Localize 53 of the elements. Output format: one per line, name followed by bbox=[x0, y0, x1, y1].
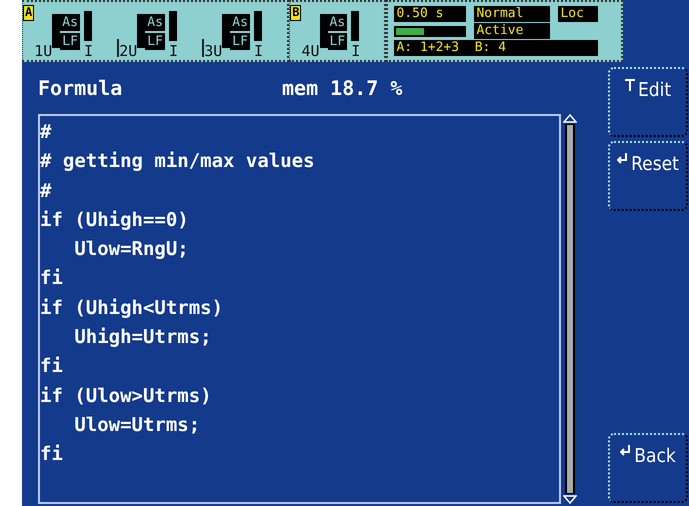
voltage-label: 1U bbox=[34, 43, 52, 59]
group-label: B bbox=[290, 5, 302, 21]
control-readout: Loc bbox=[558, 6, 598, 22]
scrollbar[interactable] bbox=[563, 114, 577, 504]
current-meter bbox=[84, 11, 92, 41]
current-label: I bbox=[254, 43, 263, 59]
voltage-label: 2U bbox=[119, 43, 138, 59]
current-label: I bbox=[351, 43, 360, 59]
code-line: Ulow=Utrms; bbox=[73, 412, 202, 438]
range-flag: As bbox=[60, 14, 80, 31]
group-label: A bbox=[23, 5, 34, 21]
memory-usage: mem 18.7 % bbox=[282, 76, 402, 100]
range-flag: LF bbox=[60, 33, 80, 50]
code-line: # getting min/max values bbox=[40, 149, 316, 174]
voltage-label: 3U bbox=[204, 43, 222, 59]
range-flag: As bbox=[230, 14, 250, 31]
formula-editor[interactable]: # # getting min/max values # if (Uhigh==0) Ulow=RngU; fi if (Uhigh<Utrms) Uhigh=Utrms; fi if (Ulow>Utrms) Ulow=Utrms; fi bbox=[38, 114, 561, 504]
code-line: if (Ulow>Utrms) bbox=[40, 384, 213, 409]
code-line: if (Uhigh==0) bbox=[40, 208, 190, 233]
current-meter bbox=[254, 11, 262, 41]
range-flag: LF bbox=[230, 33, 250, 50]
range-flag: LF bbox=[328, 33, 348, 50]
range-flag: As bbox=[328, 14, 348, 31]
code-line: Ulow=RngU; bbox=[73, 237, 190, 262]
voltage-meter bbox=[222, 14, 230, 48]
range-flag: As bbox=[145, 14, 165, 31]
code-line: # bbox=[40, 120, 52, 145]
voltage-meter bbox=[320, 14, 328, 48]
screen-title: Formula bbox=[38, 76, 124, 100]
text-cursor-icon bbox=[624, 79, 635, 91]
code-line: fi bbox=[40, 266, 64, 292]
voltage-meter bbox=[52, 14, 60, 48]
current-label: I bbox=[168, 43, 178, 59]
code-line: fi bbox=[40, 354, 64, 380]
code-line: # bbox=[40, 178, 52, 204]
current-meter bbox=[351, 11, 360, 41]
enter-arrow-icon bbox=[620, 445, 632, 456]
softkey-button[interactable]: Edit bbox=[608, 67, 688, 137]
current-meter bbox=[168, 11, 177, 41]
code-line: fi bbox=[40, 442, 64, 468]
enter-arrow-icon bbox=[617, 153, 628, 164]
current-label: I bbox=[84, 43, 93, 59]
voltage-label: 4U bbox=[301, 43, 320, 59]
code-line: if (Uhigh<Utrms) bbox=[40, 296, 224, 321]
state-readout: Active bbox=[474, 23, 550, 39]
code-line: Uhigh=Utrms; bbox=[73, 325, 213, 350]
wiring-readout: A: 1+2+3 B: 4 bbox=[394, 40, 598, 56]
range-flag: LF bbox=[145, 33, 165, 50]
softkey-button[interactable]: Back bbox=[608, 433, 688, 503]
interval-readout: 0.50 s bbox=[394, 6, 466, 22]
voltage-meter bbox=[137, 14, 146, 48]
mode-readout: Normal bbox=[474, 6, 550, 22]
softkey-button[interactable]: Reset bbox=[608, 141, 688, 211]
